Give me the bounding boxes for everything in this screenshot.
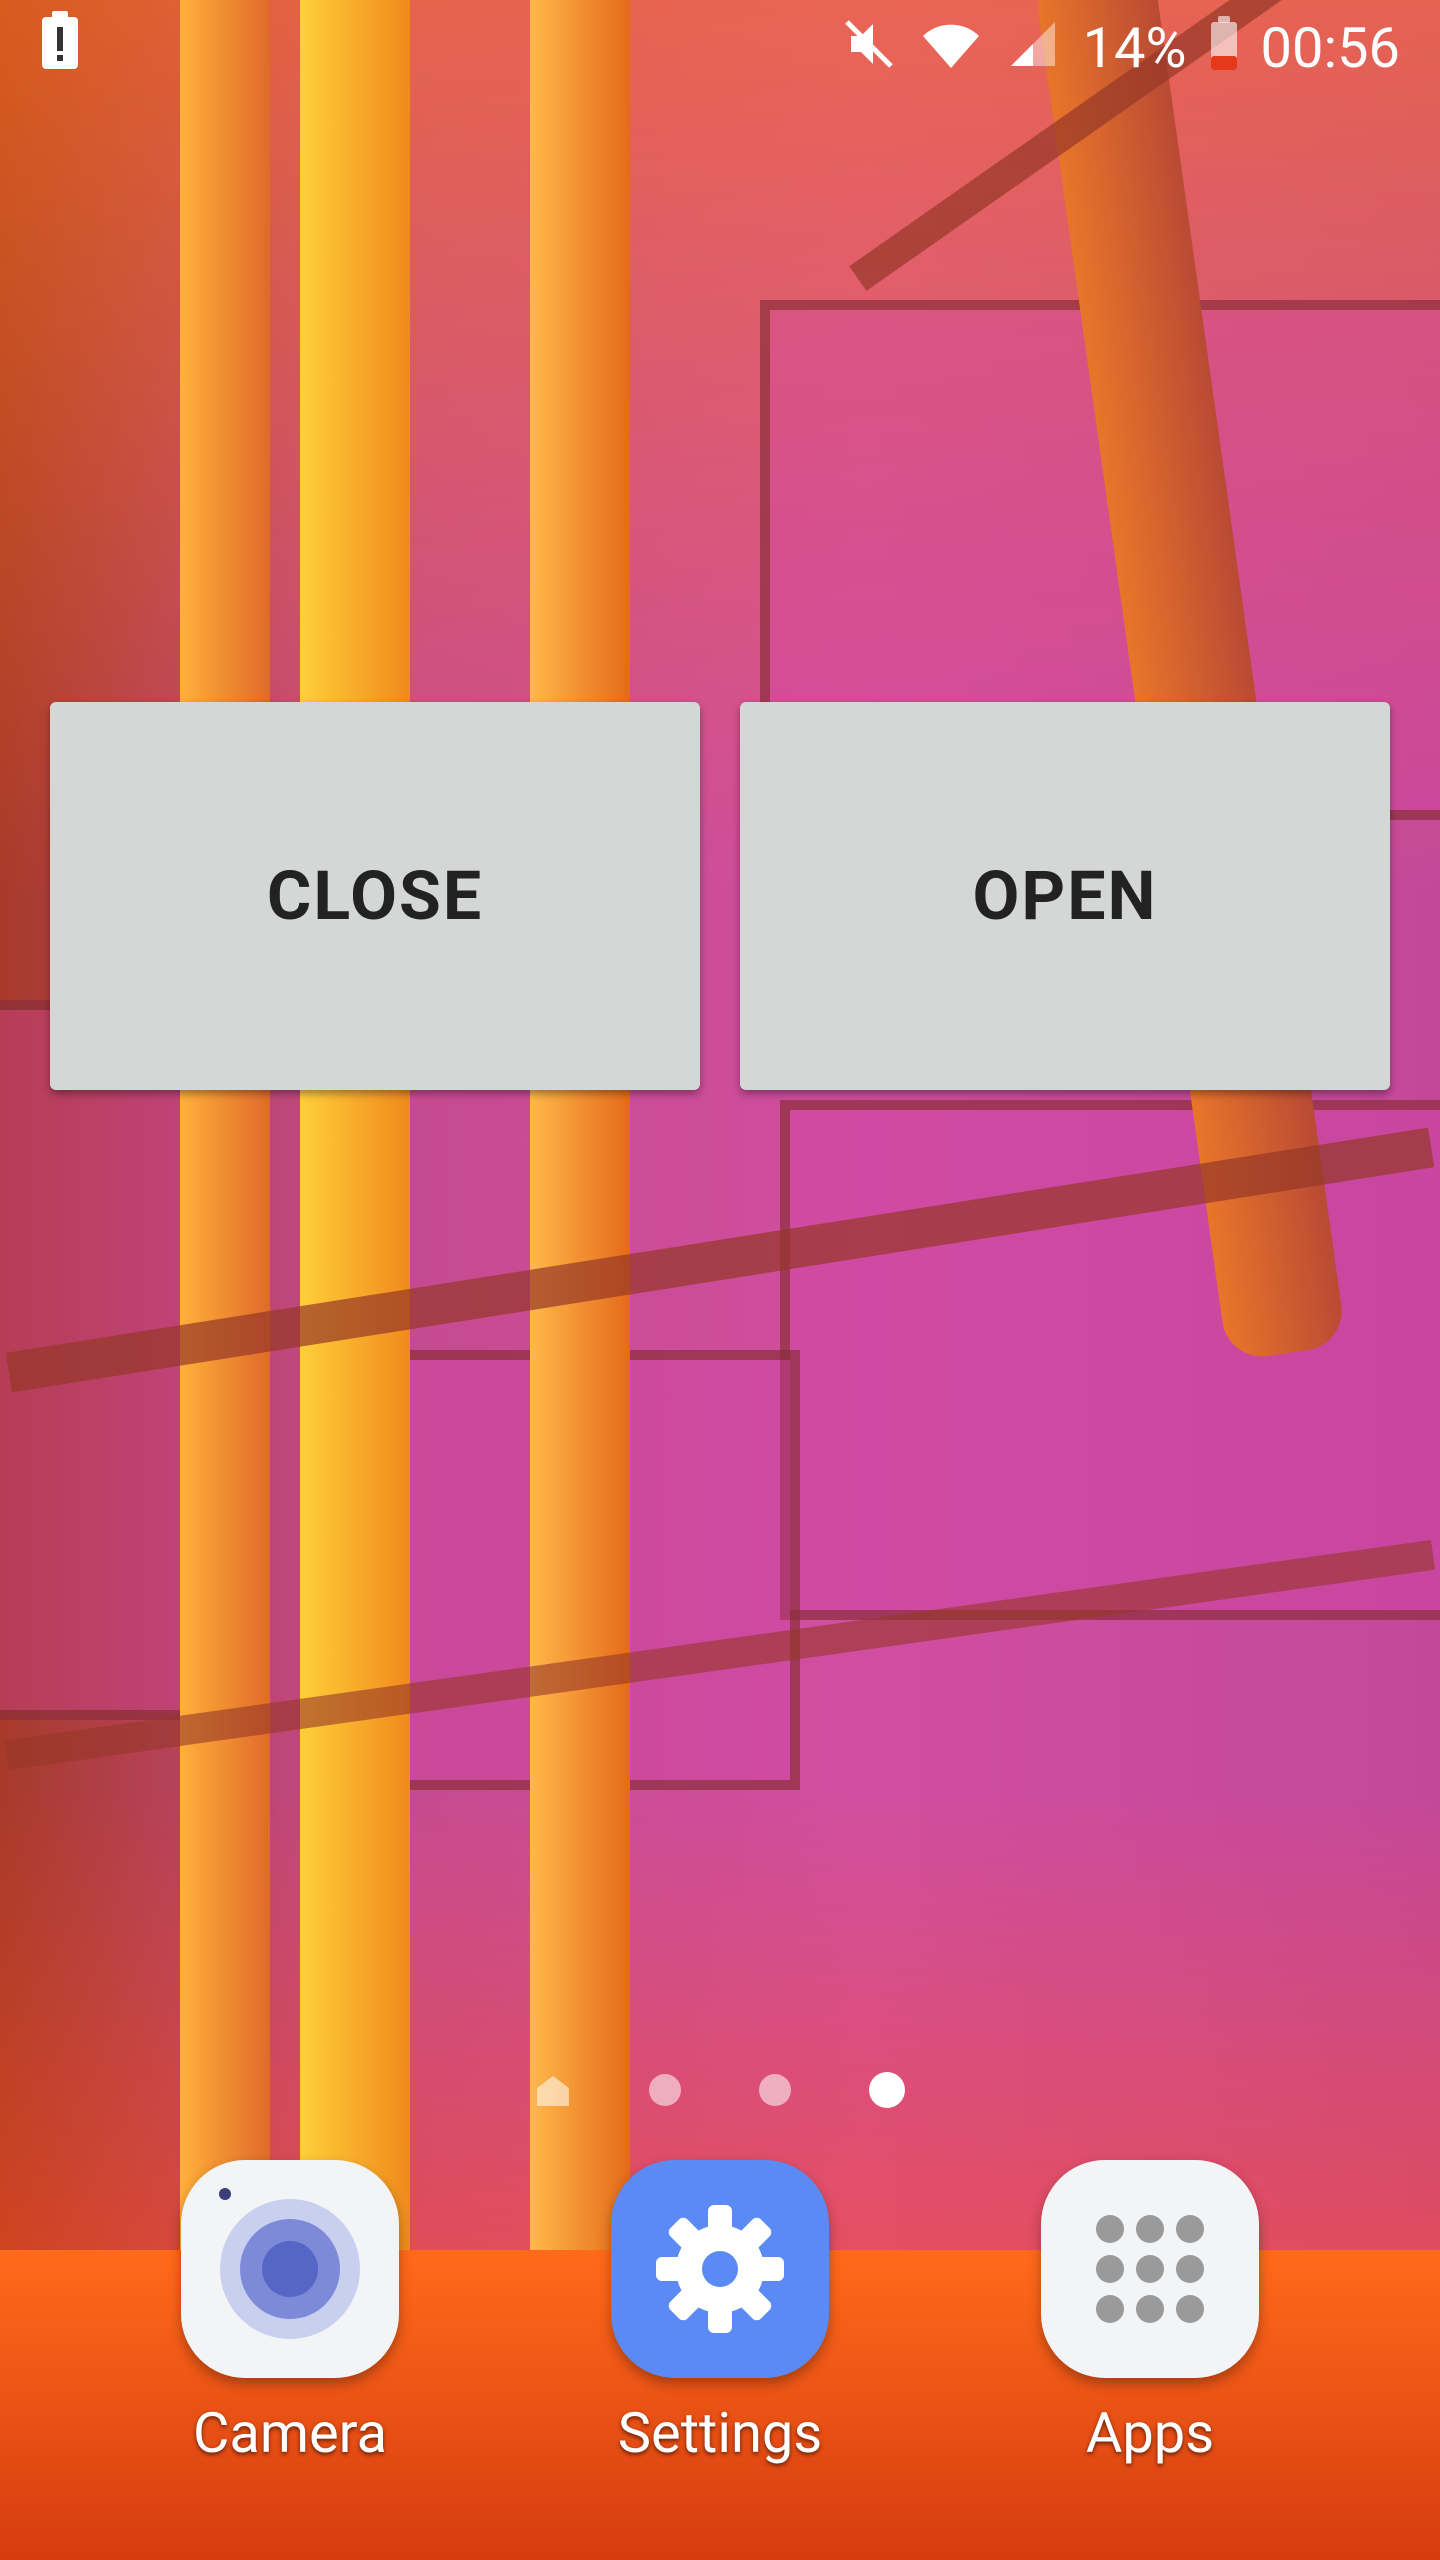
battery-icon bbox=[1209, 15, 1239, 81]
apps-grid-icon[interactable] bbox=[1041, 2160, 1259, 2378]
page-dot[interactable] bbox=[649, 2074, 681, 2106]
page-dot[interactable] bbox=[759, 2074, 791, 2106]
open-button[interactable]: OPEN bbox=[740, 702, 1390, 1090]
signal-icon bbox=[1005, 16, 1061, 81]
dock-app-camera[interactable]: Camera bbox=[145, 2160, 435, 2466]
dock-app-settings[interactable]: Settings bbox=[575, 2160, 865, 2466]
app-label: Settings bbox=[617, 2400, 823, 2466]
gear-icon[interactable] bbox=[611, 2160, 829, 2378]
close-button[interactable]: CLOSE bbox=[50, 702, 700, 1090]
battery-alert-icon bbox=[40, 11, 80, 85]
app-label: Camera bbox=[192, 2400, 388, 2466]
camera-icon[interactable] bbox=[181, 2160, 399, 2378]
dock-app-apps[interactable]: Apps bbox=[1005, 2160, 1295, 2466]
app-label: Apps bbox=[1085, 2400, 1215, 2466]
dock: Camera Settings Apps bbox=[0, 2160, 1440, 2480]
mute-icon bbox=[841, 16, 897, 81]
home-page-icon[interactable] bbox=[535, 2074, 571, 2106]
page-indicator[interactable] bbox=[0, 2070, 1440, 2110]
clock: 00:56 bbox=[1260, 15, 1400, 81]
page-dot-active[interactable] bbox=[869, 2072, 905, 2108]
wifi-icon bbox=[919, 16, 983, 81]
battery-percent: 14% bbox=[1082, 15, 1187, 81]
status-bar: 14% 00:56 bbox=[0, 0, 1440, 96]
